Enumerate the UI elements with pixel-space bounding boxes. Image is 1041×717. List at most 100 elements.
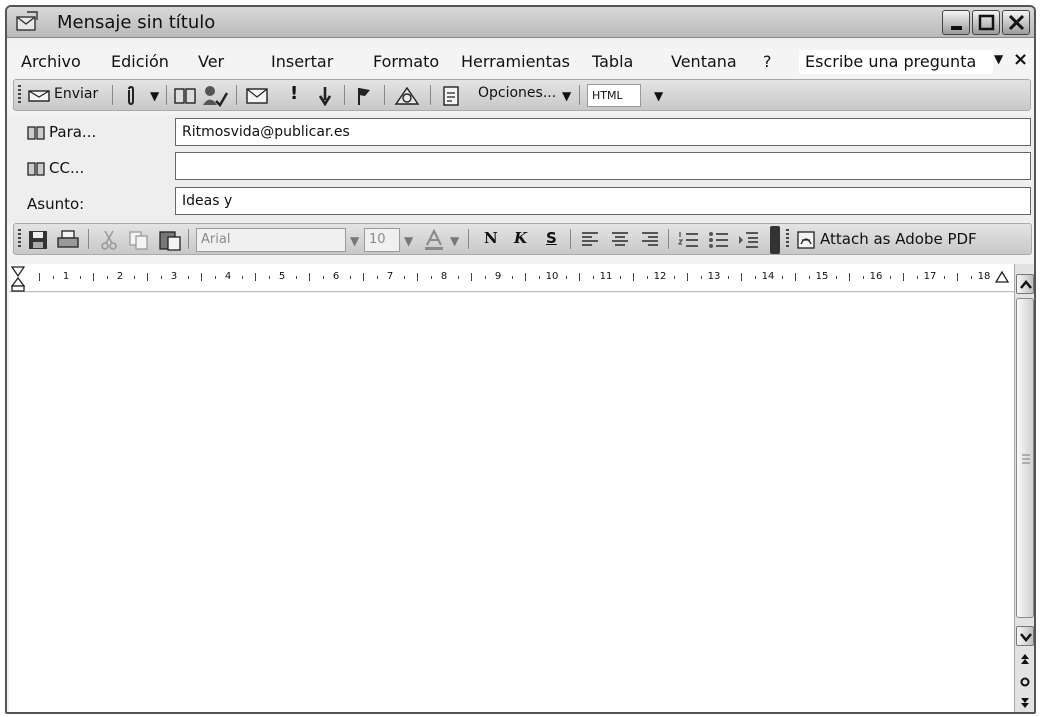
ruler-number: 3 — [170, 271, 178, 282]
ruler-number: 15 — [815, 271, 829, 282]
toolbar-options-button[interactable] — [770, 226, 780, 254]
menu-help[interactable]: ? — [763, 52, 772, 71]
separator — [384, 85, 385, 105]
font-name-dropdown-icon[interactable]: ▼ — [350, 234, 359, 248]
cut-icon[interactable] — [100, 230, 118, 250]
italic-button[interactable]: K — [514, 229, 527, 247]
align-center-icon[interactable] — [610, 231, 630, 249]
menu-formato[interactable]: Formato — [373, 52, 439, 71]
address-book-icon[interactable] — [174, 87, 196, 105]
close-button[interactable] — [1002, 10, 1030, 35]
font-size-dropdown-icon[interactable]: ▼ — [404, 234, 413, 248]
scroll-thumb[interactable] — [1016, 298, 1034, 618]
underline-button[interactable]: S — [546, 229, 557, 247]
permission-icon[interactable] — [394, 84, 420, 108]
options-dropdown-icon[interactable]: ▼ — [562, 89, 571, 103]
ruler-mark — [322, 276, 324, 279]
mail-merge-icon[interactable] — [246, 85, 270, 107]
title-bar[interactable]: Mensaje sin título — [7, 7, 1034, 38]
to-field[interactable] — [175, 118, 1031, 146]
menu-ventana[interactable]: Ventana — [671, 52, 737, 71]
separator — [112, 85, 113, 105]
toolbar-grip[interactable] — [786, 229, 789, 249]
ruler-mark — [430, 276, 432, 279]
separator — [88, 229, 89, 249]
flag-icon[interactable] — [356, 86, 372, 106]
menu-ver[interactable]: Ver — [198, 52, 224, 71]
numbered-list-icon[interactable] — [678, 230, 700, 250]
options-button[interactable]: Opciones... — [478, 85, 556, 101]
align-left-icon[interactable] — [580, 231, 600, 249]
ruler-mark — [741, 273, 742, 281]
ruler-mark — [781, 276, 783, 279]
font-name-select[interactable]: Arial — [196, 228, 346, 252]
standard-toolbar: Enviar ▼ ! Opciones... ▼ HTML ▼ — [13, 79, 1031, 111]
next-page-icon[interactable] — [1019, 696, 1031, 710]
toolbar-grip[interactable] — [18, 85, 21, 105]
copy-icon[interactable] — [128, 230, 150, 250]
paste-icon[interactable] — [158, 229, 182, 251]
menu-insertar[interactable]: Insertar — [271, 52, 333, 71]
ruler-mark — [106, 276, 108, 279]
menu-edicion[interactable]: Edición — [111, 52, 169, 71]
scroll-down-button[interactable] — [1016, 626, 1034, 646]
menu-herramientas[interactable]: Herramientas — [461, 52, 570, 71]
message-header: Para... CC... Asunto: — [7, 115, 1034, 223]
vertical-scrollbar[interactable] — [1014, 264, 1034, 712]
maximize-button[interactable] — [972, 10, 1000, 35]
check-names-icon[interactable] — [202, 85, 228, 107]
attach-as-pdf-button[interactable]: Attach as Adobe PDF — [794, 227, 1024, 253]
menu-archivo[interactable]: Archivo — [21, 52, 81, 71]
ruler-mark — [795, 273, 796, 281]
message-body[interactable] — [9, 293, 1014, 712]
font-color-icon[interactable] — [422, 228, 446, 252]
ruler-mark — [862, 276, 864, 279]
save-icon[interactable] — [28, 230, 48, 250]
bullet-list-icon[interactable] — [708, 230, 730, 250]
ruler-mark — [417, 273, 418, 281]
separator — [570, 229, 571, 249]
font-color-dropdown-icon[interactable]: ▼ — [450, 234, 459, 248]
toolbar-grip[interactable] — [18, 229, 21, 249]
minimize-button[interactable] — [942, 10, 970, 35]
close-document-icon[interactable]: × — [1013, 49, 1028, 70]
scroll-up-button[interactable] — [1016, 274, 1034, 294]
cc-button[interactable]: CC... — [27, 159, 84, 177]
document-options-icon[interactable] — [442, 85, 460, 107]
grip-icon — [1022, 454, 1030, 464]
ruler-mark — [835, 276, 837, 279]
cc-field[interactable] — [175, 152, 1031, 180]
menu-bar: Archivo Edición Ver Insertar Formato Her… — [7, 47, 1034, 77]
separator — [344, 85, 345, 105]
format-dropdown-icon[interactable]: ▼ — [654, 89, 663, 103]
low-importance-icon[interactable] — [318, 86, 332, 106]
ruler-mark — [849, 273, 850, 281]
send-button[interactable]: Enviar — [26, 84, 108, 108]
right-indent-marker-icon[interactable] — [995, 268, 1009, 288]
ruler-mark — [295, 276, 297, 279]
ruler-number: 14 — [761, 271, 775, 282]
align-right-icon[interactable] — [640, 231, 660, 249]
ruler-mark — [147, 273, 148, 281]
ruler-mark — [619, 276, 621, 279]
indent-marker-icon[interactable] — [11, 266, 25, 292]
message-format-select[interactable]: HTML — [587, 84, 641, 107]
paperclip-icon[interactable] — [126, 86, 136, 106]
attach-pdf-label: Attach as Adobe PDF — [820, 230, 977, 248]
high-importance-icon[interactable]: ! — [290, 83, 298, 104]
bold-button[interactable]: N — [484, 229, 498, 247]
print-icon[interactable] — [56, 229, 80, 251]
ask-question-box[interactable]: Escribe una pregunta — [799, 50, 993, 74]
font-size-select[interactable]: 10 — [364, 228, 400, 252]
ruler-mark — [903, 273, 904, 281]
subject-field[interactable] — [175, 187, 1031, 215]
attach-dropdown-icon[interactable]: ▼ — [150, 89, 159, 103]
select-browse-object-icon[interactable] — [1019, 676, 1031, 688]
previous-page-icon[interactable] — [1019, 652, 1031, 666]
horizontal-ruler[interactable]: 1 2 3 4 5 6 7 8 9 10 11 12 13 14 15 16 17 18 — [9, 264, 1014, 292]
separator — [188, 229, 189, 249]
to-button[interactable]: Para... — [27, 123, 96, 141]
menu-tabla[interactable]: Tabla — [592, 52, 633, 71]
indent-icon[interactable] — [738, 230, 760, 250]
ask-dropdown-icon[interactable]: ▼ — [994, 52, 1003, 66]
